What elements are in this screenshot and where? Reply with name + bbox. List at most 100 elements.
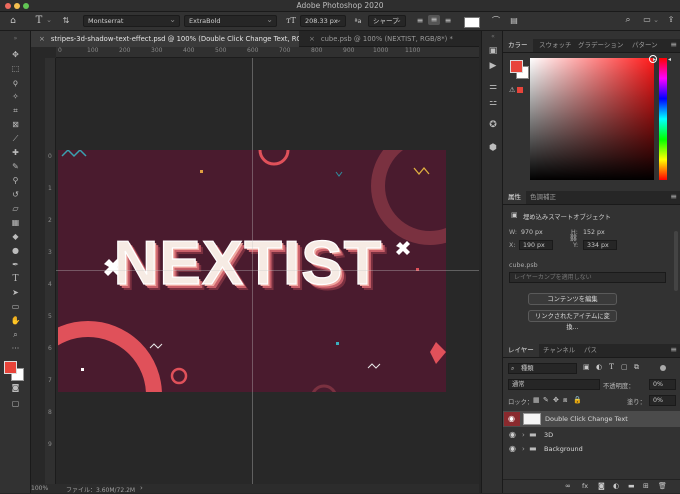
- edit-contents-button[interactable]: コンテンツを編集: [528, 293, 617, 305]
- healing-brush-tool-icon[interactable]: ✚: [0, 147, 31, 159]
- close-tab-icon[interactable]: ×: [39, 35, 45, 43]
- filter-type-icon[interactable]: T: [609, 362, 614, 371]
- filter-pixel-icon[interactable]: ▣: [583, 363, 590, 371]
- link-layers-icon[interactable]: ∞: [565, 482, 571, 490]
- adjust-panel-icon[interactable]: ⚌: [482, 82, 504, 92]
- type-tool-icon-2[interactable]: T: [0, 273, 31, 285]
- history-brush-tool-icon[interactable]: ↺: [0, 189, 31, 201]
- lock-all-icon[interactable]: 🔒: [573, 396, 582, 404]
- filter-adjust-icon[interactable]: ◐: [596, 363, 602, 371]
- character-panel-icon[interactable]: ▤: [508, 16, 520, 26]
- home-icon[interactable]: ⌂: [8, 16, 18, 26]
- delete-layer-icon[interactable]: 🗑: [658, 482, 667, 490]
- type-tool-icon[interactable]: T: [33, 16, 45, 26]
- filter-smart-icon[interactable]: ⧉: [634, 363, 639, 372]
- eye-icon[interactable]: ◉: [509, 428, 516, 442]
- hand-tool-icon[interactable]: ✋: [0, 315, 31, 327]
- toolbar-collapse-icon[interactable]: »: [0, 33, 31, 45]
- tab-patterns[interactable]: パターン: [627, 39, 663, 52]
- screen-mode-icon[interactable]: ▢: [0, 398, 31, 410]
- crop-tool-icon[interactable]: ⌗: [0, 105, 31, 117]
- path-selection-tool-icon[interactable]: ➤: [0, 287, 31, 299]
- tab-channels[interactable]: チャンネル: [538, 344, 580, 357]
- tab-color[interactable]: カラー: [503, 39, 533, 52]
- headline-text[interactable]: NEXTIST: [113, 228, 383, 298]
- add-mask-icon[interactable]: ◙: [598, 482, 605, 490]
- font-family-select[interactable]: Montserrat: [83, 14, 180, 27]
- lock-artboard-icon[interactable]: ⧈: [563, 396, 567, 405]
- layer-row[interactable]: ◉ › ▬ 3D: [503, 428, 680, 442]
- dodge-tool-icon[interactable]: ●: [0, 245, 31, 257]
- tab-paths[interactable]: パス: [579, 344, 602, 357]
- width-value[interactable]: 970 px: [521, 229, 543, 236]
- quick-mask-icon[interactable]: ◙: [0, 382, 31, 394]
- brush-panel-icon[interactable]: ✪: [482, 120, 504, 130]
- panel-menu-icon[interactable]: ≡: [670, 345, 677, 354]
- eyedropper-tool-icon[interactable]: ⟋: [0, 133, 31, 145]
- workspace-chevron-icon[interactable]: ⌄: [652, 15, 660, 25]
- tab-properties[interactable]: 属性: [503, 191, 526, 204]
- tab-adjustments[interactable]: 色調補正: [525, 191, 561, 204]
- lock-position-icon[interactable]: ✥: [553, 396, 559, 404]
- clone-stamp-tool-icon[interactable]: ⚲: [0, 175, 31, 187]
- hue-slider[interactable]: [659, 58, 667, 180]
- status-menu-icon[interactable]: ›: [140, 484, 143, 492]
- tab-gradients[interactable]: グラデーション: [573, 39, 628, 52]
- tab-swatches[interactable]: スウォッチ: [534, 39, 577, 52]
- lasso-tool-icon[interactable]: ϙ: [0, 77, 31, 89]
- x-field[interactable]: 190 px: [519, 240, 553, 250]
- panel-menu-icon[interactable]: ≡: [670, 40, 677, 49]
- expand-group-chevron-icon[interactable]: ›: [522, 428, 525, 442]
- filter-shape-icon[interactable]: ▢: [621, 363, 628, 371]
- vertical-guide[interactable]: [252, 58, 253, 484]
- adjustment-layer-icon[interactable]: ◐: [613, 482, 619, 490]
- align-center-icon[interactable]: ≡: [428, 15, 440, 25]
- gamut-swatch[interactable]: [517, 87, 523, 93]
- share-icon[interactable]: ⇪: [665, 15, 677, 25]
- hue-slider-handle-left[interactable]: ▸: [653, 56, 656, 63]
- eye-icon[interactable]: ◉: [509, 442, 516, 456]
- history-panel-icon[interactable]: ▣: [482, 46, 504, 56]
- font-style-select[interactable]: ExtraBold: [184, 14, 277, 27]
- vertical-ruler[interactable]: 0 1 2 3 4 5 6 7 8 9: [45, 58, 56, 484]
- zoom-level[interactable]: 100%: [31, 485, 48, 492]
- text-color-swatch[interactable]: [464, 17, 480, 28]
- text-orientation-icon[interactable]: ⇅: [60, 16, 72, 26]
- fill-field[interactable]: 0%: [649, 395, 676, 406]
- hue-slider-handle-right[interactable]: ◂: [668, 56, 671, 63]
- warp-text-icon[interactable]: ⌒: [490, 16, 502, 26]
- move-tool-icon[interactable]: ✥: [0, 49, 31, 61]
- layer-visibility-toggle[interactable]: ◉: [504, 412, 520, 426]
- color-field[interactable]: [530, 55, 657, 180]
- lock-pixels-icon[interactable]: ✎: [543, 396, 549, 404]
- 3d-panel-icon[interactable]: ⬢: [482, 143, 504, 153]
- blur-tool-icon[interactable]: ◆: [0, 231, 31, 243]
- opacity-field[interactable]: 0%: [649, 379, 676, 390]
- horizontal-ruler[interactable]: 0 100 200 300 400 500 600 700 800 900 10…: [56, 47, 479, 58]
- align-left-icon[interactable]: ≡: [415, 16, 425, 26]
- convert-to-linked-button[interactable]: リンクされたアイテムに変換...: [528, 310, 617, 331]
- more-tools-icon[interactable]: ···: [0, 343, 31, 355]
- align-right-icon[interactable]: ≡: [443, 16, 453, 26]
- rectangle-tool-icon[interactable]: ▭: [0, 301, 31, 313]
- layer-filter-select[interactable]: ⌕ 種類: [508, 363, 577, 374]
- marquee-tool-icon[interactable]: ⬚: [0, 63, 31, 75]
- height-value[interactable]: 152 px: [583, 229, 605, 236]
- brush-tool-icon[interactable]: ✎: [0, 161, 31, 173]
- anti-alias-select[interactable]: シャープ: [368, 14, 406, 27]
- tool-preset-chevron-icon[interactable]: ⌄: [45, 15, 53, 25]
- new-layer-icon[interactable]: ⊞: [643, 482, 649, 490]
- layer-style-icon[interactable]: fx: [582, 482, 588, 490]
- properties-scrollbar[interactable]: [674, 231, 678, 291]
- search-icon[interactable]: ⌕: [622, 15, 634, 25]
- expand-panels-icon[interactable]: «: [482, 33, 504, 40]
- layer-comp-select[interactable]: レイヤーカンプを適用しない: [509, 272, 666, 283]
- layer-row[interactable]: ◉ › ▬ Background: [503, 442, 680, 456]
- new-group-icon[interactable]: ▬: [628, 482, 635, 490]
- blend-mode-select[interactable]: 通常: [508, 379, 600, 390]
- close-tab-icon[interactable]: ×: [309, 35, 315, 43]
- tab-layers[interactable]: レイヤー: [503, 344, 539, 357]
- magic-wand-tool-icon[interactable]: ✧: [0, 91, 31, 103]
- tab-cube-document[interactable]: × cube.psb @ 100% (NEXTIST, RGB/8*) *: [301, 31, 479, 47]
- filter-toggle[interactable]: [660, 365, 666, 371]
